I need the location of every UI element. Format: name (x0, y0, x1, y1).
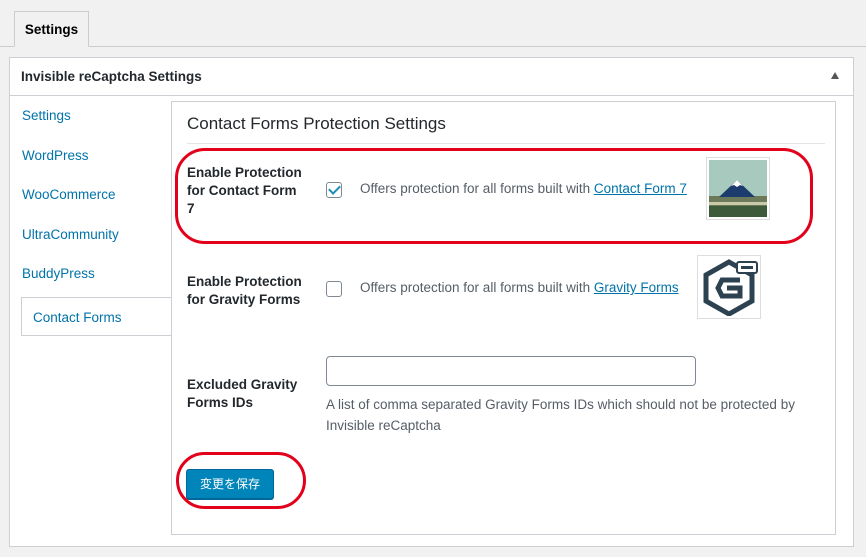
sidebar-item-ultracommunity[interactable]: UltraCommunity (21, 215, 172, 255)
checkmark-icon (328, 182, 341, 195)
gravity-description-text: Offers protection for all forms built wi… (360, 280, 594, 295)
save-changes-button[interactable]: 変更を保存 (186, 469, 274, 499)
excluded-ids-label: Excluded Gravity Forms IDs (187, 377, 298, 410)
gravity-forms-link[interactable]: Gravity Forms (594, 280, 679, 295)
gravity-description: Offers protection for all forms built wi… (360, 280, 679, 295)
cf7-protection-checkbox[interactable] (326, 182, 342, 198)
sidebar-item-wordpress[interactable]: WordPress (21, 136, 172, 176)
tab-bar: Settings (0, 0, 866, 47)
mountain-icon (709, 160, 767, 217)
contact-forms-panel: Contact Forms Protection Settings Enable… (171, 101, 836, 535)
sidebar-nav: Settings WordPress WooCommerce UltraComm… (21, 96, 173, 336)
sidebar-item-contact-forms[interactable]: Contact Forms (21, 296, 173, 336)
gravity-protection-checkbox[interactable] (326, 281, 342, 297)
gravity-forms-logo (697, 255, 761, 319)
contact-form-7-logo (706, 157, 770, 220)
gravity-protection-label: Enable Protection for Gravity Forms (187, 274, 302, 307)
sidebar-item-settings[interactable]: Settings (21, 96, 172, 136)
contact-form-7-link[interactable]: Contact Form 7 (594, 181, 687, 196)
settings-postbox: Invisible reCaptcha Settings Settings Wo… (9, 57, 854, 547)
gravity-forms-icon (703, 259, 758, 317)
sidebar-item-woocommerce[interactable]: WooCommerce (21, 175, 172, 215)
cf7-protection-label: Enable Protection for Contact Form 7 (187, 165, 302, 216)
section-title: Contact Forms Protection Settings (187, 114, 446, 133)
cf7-description: Offers protection for all forms built wi… (360, 181, 687, 196)
sidebar-item-buddypress[interactable]: BuddyPress (21, 254, 172, 294)
excluded-ids-input[interactable] (326, 356, 696, 386)
section-divider (187, 143, 825, 144)
tab-settings[interactable]: Settings (14, 11, 89, 47)
excluded-ids-help: A list of comma separated Gravity Forms … (326, 397, 795, 433)
postbox-header[interactable]: Invisible reCaptcha Settings (10, 58, 853, 96)
postbox-title: Invisible reCaptcha Settings (21, 69, 202, 84)
toggle-arrow-up-icon[interactable] (831, 72, 839, 79)
cf7-description-text: Offers protection for all forms built wi… (360, 181, 594, 196)
